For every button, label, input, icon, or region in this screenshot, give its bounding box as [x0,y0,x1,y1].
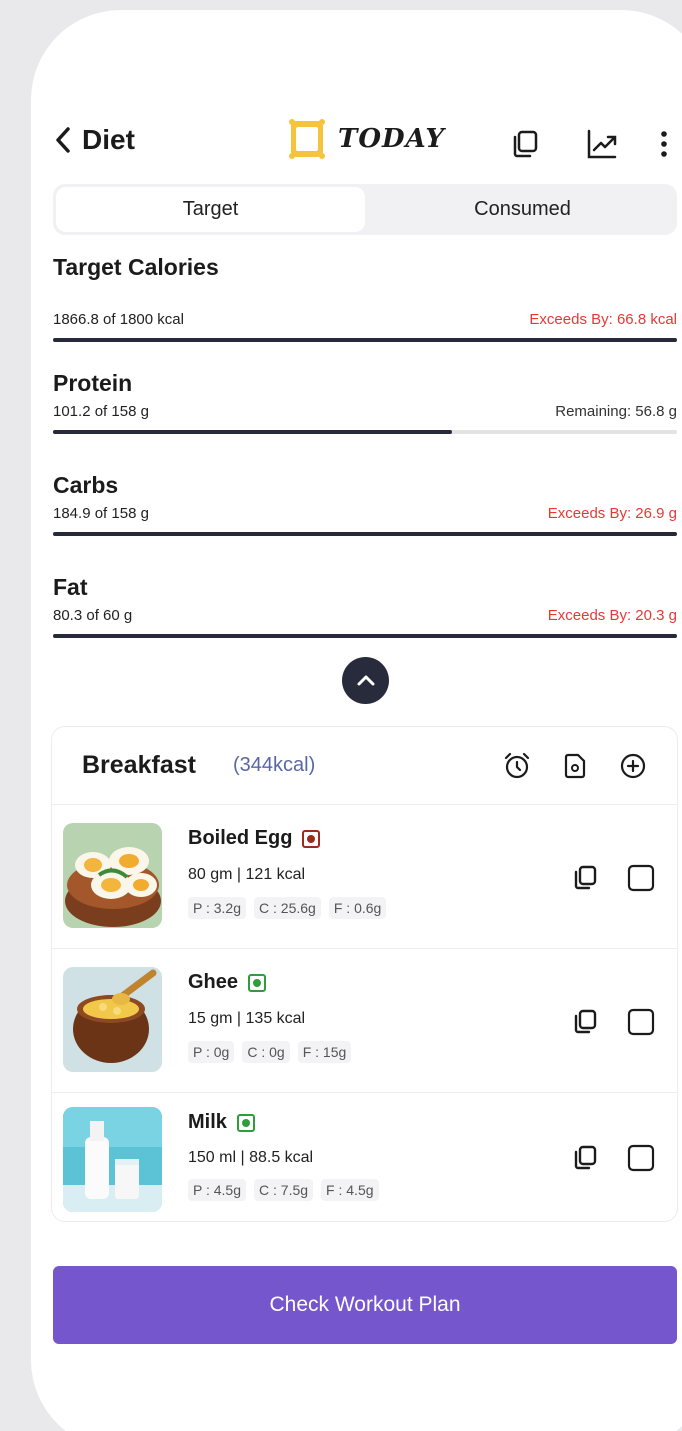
add-food-button[interactable] [618,751,648,781]
plus-circle-icon [620,753,646,779]
food-item[interactable]: Boiled Egg 80 gm | 121 kcal P : 3.2g C :… [52,805,677,949]
chevron-left-icon [56,127,70,153]
macro-bar [53,338,677,342]
macro-bar [53,634,677,638]
macro-fat: Fat 80.3 of 60 g Exceeds By: 20.3 g [53,574,677,638]
trends-button[interactable] [584,126,620,162]
more-vertical-icon [661,131,667,157]
food-checkbox[interactable] [626,1143,656,1173]
macro-bar-fill [53,338,677,342]
macro-bar-fill [53,634,677,638]
more-menu-button[interactable] [652,126,676,162]
macro-progress: 80.3 of 60 g [53,607,133,624]
food-item[interactable]: Milk 150 ml | 88.5 kcal P : 4.5g C : 7.5… [52,1093,677,1221]
macro-progress: 101.2 of 158 g [53,403,149,420]
food-image-boiled-egg [63,823,162,928]
macro-status: Remaining: 56.8 g [555,403,677,420]
food-quantity: 150 ml | 88.5 kcal [188,1149,314,1166]
macro-status: Exceeds By: 26.9 g [547,505,677,522]
checkbox-icon [627,1008,655,1036]
macro-title: Fat [53,574,88,600]
meal-kcal: (344kcal) [233,754,316,776]
copy-icon [513,130,538,158]
macro-bar-fill [53,532,677,536]
carbs-chip: C : 7.5g [254,1179,314,1201]
food-macros: P : 3.2g C : 25.6g F : 0.6g [188,897,387,919]
non-veg-icon [302,829,321,848]
copy-icon [574,1009,597,1034]
copy-icon [574,1145,597,1170]
protein-chip: P : 3.2g [188,897,247,919]
document-icon [564,753,586,779]
food-checkbox[interactable] [626,863,656,893]
date-selector[interactable]: TODAY [288,118,445,160]
macro-carbs: Carbs 184.9 of 158 g Exceeds By: 26.9 g [53,472,677,536]
macro-bar [53,430,677,434]
food-quantity: 80 gm | 121 kcal [188,866,306,883]
tab-consumed[interactable]: Consumed [368,184,677,235]
copy-icon [574,865,597,890]
calendar-frame-icon [289,119,325,159]
macro-bar-fill [53,430,453,434]
meal-header: Breakfast (344kcal) [52,727,677,805]
meal-title: Breakfast [82,751,196,779]
macro-title: Carbs [53,472,119,498]
carbs-chip: C : 0g [242,1041,290,1063]
alarm-clock-icon [504,752,530,779]
macro-title: Protein [53,370,133,396]
collapse-macros-button[interactable] [342,657,389,704]
reminder-button[interactable] [502,751,532,781]
copy-food-button[interactable] [570,1143,600,1173]
food-item[interactable]: Ghee 15 gm | 135 kcal P : 0g C : 0g F : … [52,949,677,1093]
chevron-up-icon [357,675,374,685]
macro-title: Target Calories [53,254,219,280]
macro-protein: Protein 101.2 of 158 g Remaining: 56.8 g [53,370,677,434]
food-quantity: 15 gm | 135 kcal [188,1010,306,1027]
macro-status: Exceeds By: 20.3 g [547,607,677,624]
food-macros: P : 4.5g C : 7.5g F : 4.5g [188,1179,379,1201]
food-name: Boiled Egg [188,827,293,849]
meal-card: Breakfast (344kcal) Boiled Egg 80 gm | 1… [51,726,678,1222]
macro-bar [53,532,677,536]
back-button[interactable]: Diet [52,124,135,156]
checkbox-icon [627,1144,655,1172]
fat-chip: F : 4.5g [321,1179,379,1201]
check-workout-plan-button[interactable]: Check Workout Plan [53,1266,677,1344]
macro-progress: 1866.8 of 1800 kcal [53,311,184,328]
fat-chip: F : 15g [297,1041,352,1063]
top-bar: Diet TODAY [52,118,682,168]
meal-notes-button[interactable] [560,751,590,781]
fat-chip: F : 0.6g [328,897,387,919]
protein-chip: P : 0g [188,1041,235,1063]
macro-calories: Target Calories 1866.8 of 1800 kcal Exce… [53,254,677,342]
protein-chip: P : 4.5g [188,1179,247,1201]
macro-progress: 184.9 of 158 g [53,505,149,522]
food-image-ghee [63,967,162,1072]
tab-target[interactable]: Target [56,187,365,232]
food-image-milk [63,1107,162,1212]
view-toggle: Target Consumed [53,184,677,235]
page-title: Diet [82,124,135,155]
food-checkbox[interactable] [626,1007,656,1037]
food-name: Ghee [188,971,239,993]
veg-icon [248,973,267,992]
copy-day-button[interactable] [508,126,544,162]
veg-icon [236,1113,255,1132]
date-label: TODAY [338,124,445,154]
macro-status: Exceeds By: 66.8 kcal [529,311,677,328]
copy-food-button[interactable] [570,863,600,893]
carbs-chip: C : 25.6g [254,897,321,919]
trend-chart-icon [587,129,617,159]
checkbox-icon [627,864,655,892]
food-name: Milk [188,1111,227,1133]
food-macros: P : 0g C : 0g F : 15g [188,1041,352,1063]
copy-food-button[interactable] [570,1007,600,1037]
